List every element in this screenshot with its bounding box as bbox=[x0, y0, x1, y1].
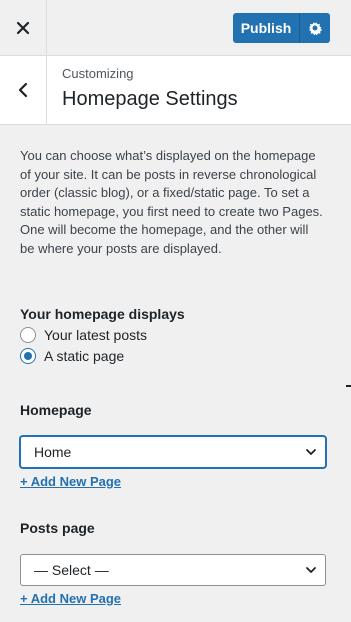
select-value: Home bbox=[34, 444, 72, 460]
radio-button[interactable] bbox=[20, 327, 36, 343]
add-new-page-link-homepage[interactable]: + Add New Page bbox=[20, 474, 121, 489]
select-value: — Select — bbox=[34, 562, 109, 578]
gear-icon bbox=[309, 22, 322, 35]
radio-label: A static page bbox=[44, 348, 125, 364]
radio-latest-posts[interactable]: Your latest posts bbox=[20, 327, 147, 343]
chevron-left-icon bbox=[18, 82, 28, 98]
chevron-down-icon bbox=[306, 567, 316, 573]
panel-edge-mark bbox=[346, 385, 351, 387]
homepage-displays-label: Your homepage displays bbox=[20, 306, 185, 322]
breadcrumb: Customizing bbox=[62, 66, 134, 81]
posts-page-label: Posts page bbox=[20, 520, 95, 536]
homepage-select[interactable]: Home bbox=[20, 436, 326, 468]
radio-label: Your latest posts bbox=[44, 327, 147, 343]
section-description: You can choose what’s displayed on the h… bbox=[20, 148, 323, 256]
add-new-page-link-posts[interactable]: + Add New Page bbox=[20, 591, 121, 606]
customizer-topbar: Publish bbox=[0, 0, 351, 56]
radio-button-checked[interactable] bbox=[20, 348, 36, 364]
posts-page-select[interactable]: — Select — bbox=[20, 554, 326, 586]
homepage-label: Homepage bbox=[20, 402, 92, 418]
chevron-down-icon bbox=[306, 449, 316, 455]
page-title: Homepage Settings bbox=[62, 88, 238, 110]
section-header: Customizing Homepage Settings bbox=[0, 56, 351, 125]
publish-group: Publish bbox=[233, 13, 330, 43]
close-button[interactable] bbox=[0, 0, 47, 55]
back-button[interactable] bbox=[0, 56, 47, 124]
publish-button[interactable]: Publish bbox=[233, 13, 299, 43]
close-icon bbox=[16, 21, 30, 34]
publish-settings-button[interactable] bbox=[299, 13, 330, 43]
radio-static-page[interactable]: A static page bbox=[20, 348, 124, 364]
